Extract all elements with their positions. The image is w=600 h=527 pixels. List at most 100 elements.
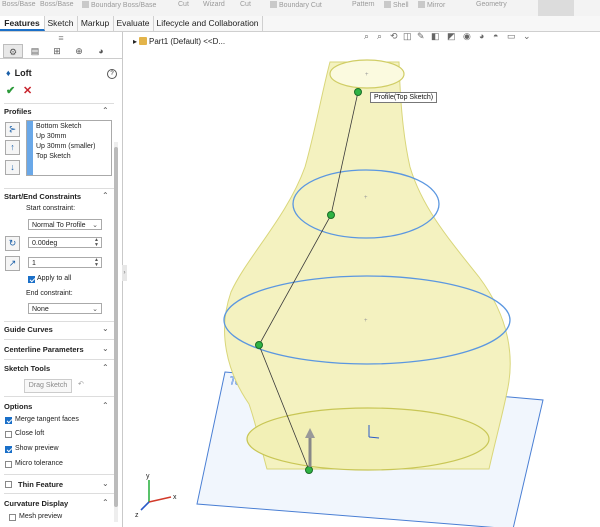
ribbon-item-boundary-boss[interactable]: Boundary Boss/Base: [82, 1, 156, 9]
drag-sketch-button[interactable]: Drag Sketch: [24, 379, 72, 393]
start-constraint-select[interactable]: Normal To Profile ⌄: [28, 219, 102, 230]
list-item[interactable]: Bottom Sketch: [36, 123, 82, 130]
undo-sketch-drag-icon[interactable]: ↶: [78, 380, 84, 388]
cancel-x-icon[interactable]: ✕: [23, 84, 32, 97]
merge-tangent-checkbox[interactable]: [5, 417, 12, 424]
property-manager-tab-icon[interactable]: ▤: [25, 44, 45, 58]
show-preview-checkbox[interactable]: [5, 446, 12, 453]
tab-features[interactable]: Features: [0, 16, 45, 31]
panel-scrollbar-thumb[interactable]: [114, 147, 118, 507]
model-canvas[interactable]: Top Plane + + + y x z: [127, 32, 600, 527]
close-loft-checkbox[interactable]: [5, 431, 12, 438]
centerline-parameters-header[interactable]: Centerline Parameters: [4, 345, 84, 354]
chevron-up-icon[interactable]: ⌃: [102, 363, 109, 372]
start-end-header[interactable]: Start/End Constraints: [4, 192, 81, 201]
bottom-profile[interactable]: [246, 407, 490, 471]
feature-manager-tab-icon[interactable]: ⚙: [3, 44, 23, 58]
list-item[interactable]: Up 30mm: [36, 133, 66, 140]
panel-title: Loft: [14, 68, 32, 78]
manager-tabs: ⚙ ▤ ⊞ ⊕ ◕: [0, 44, 122, 59]
profiles-list[interactable]: Bottom Sketch Up 30mm Up 30mm (smaller) …: [26, 120, 112, 176]
tangent-length-icon[interactable]: ↗: [5, 256, 20, 271]
show-preview-label: Show preview: [15, 445, 59, 452]
micro-tolerance-label: Micro tolerance: [15, 460, 63, 467]
curvature-display-header[interactable]: Curvature Display: [4, 499, 68, 508]
merge-tangent-label: Merge tangent faces: [15, 416, 79, 423]
start-constraint-value: Normal To Profile: [32, 222, 86, 229]
profiles-header[interactable]: Profiles: [4, 107, 32, 116]
axis-label-y: y: [146, 473, 150, 480]
connector-handle-top[interactable]: [354, 88, 362, 96]
chevron-up-icon[interactable]: ⌃: [102, 191, 109, 200]
divider: [4, 188, 114, 189]
spin-arrows-icon[interactable]: ▲ ▼: [94, 238, 99, 248]
mesh-preview-checkbox[interactable]: [9, 514, 16, 521]
apply-to-all-checkbox[interactable]: [28, 276, 35, 283]
tab-evaluate[interactable]: Evaluate: [113, 16, 154, 31]
divider: [4, 103, 114, 104]
divider: [4, 339, 114, 340]
end-constraint-label: End constraint:: [26, 290, 73, 297]
connector-handle-2[interactable]: [327, 211, 335, 219]
ribbon-toolbar: Boss/Base Boss/Base Boundary Boss/Base C…: [0, 0, 600, 17]
chevron-up-icon[interactable]: ⌃: [102, 401, 109, 410]
tab-lifecycle[interactable]: Lifecycle and Collaboration: [153, 16, 263, 31]
dimxpert-tab-icon[interactable]: ⊕: [69, 44, 89, 58]
display-manager-tab-icon[interactable]: ◕: [91, 44, 111, 58]
loft-title: ♦ Loft: [6, 68, 32, 80]
move-down-icon[interactable]: ↓: [5, 160, 20, 175]
ribbon-item-geometry[interactable]: Geometry: [476, 1, 507, 8]
list-item[interactable]: Top Sketch: [36, 153, 71, 160]
panel-grip-icon[interactable]: ≡: [0, 32, 122, 44]
ribbon-item-boss-base-1[interactable]: Boss/Base: [2, 1, 35, 8]
graphics-area[interactable]: ▸ Part1 (Default) <<D... ⌕ ⌕ ⟲ ◫ ✎ ◧ ◩ ◉ …: [127, 32, 600, 527]
move-up-icon[interactable]: ↑: [5, 140, 20, 155]
triad-x-axis: [148, 496, 172, 503]
mesh-preview-label: Mesh preview: [19, 513, 63, 520]
end-constraint-select[interactable]: None ⌄: [28, 303, 102, 314]
end-constraint-value: None: [32, 306, 49, 313]
close-loft-label: Close loft: [15, 430, 45, 437]
ribbon-item-boundary-cut[interactable]: Boundary Cut: [270, 1, 322, 9]
reverse-direction-icon[interactable]: ↻: [5, 236, 20, 251]
chevron-up-icon[interactable]: ⌃: [102, 498, 109, 507]
ok-check-icon[interactable]: ✔: [6, 84, 15, 97]
guide-curves-header[interactable]: Guide Curves: [4, 325, 53, 334]
chevron-up-icon[interactable]: ⌃: [102, 106, 109, 115]
chevron-down-icon: ⌄: [92, 222, 98, 229]
connector-handle-bottom[interactable]: [305, 466, 313, 474]
list-item[interactable]: Up 30mm (smaller): [36, 143, 96, 150]
profile-selection-icon[interactable]: ⊱: [5, 122, 20, 137]
ribbon-item-boss-base-2[interactable]: Boss/Base: [40, 1, 73, 8]
options-header[interactable]: Options: [4, 402, 32, 411]
divider: [4, 359, 114, 360]
profiles-selection-bar: [27, 121, 33, 175]
ribbon-item-mirror[interactable]: Mirror: [418, 1, 445, 9]
ribbon-item-shell[interactable]: Shell: [384, 1, 409, 9]
thin-feature-checkbox[interactable]: [5, 481, 12, 488]
tab-sketch[interactable]: Sketch: [44, 16, 78, 31]
help-icon[interactable]: ?: [107, 69, 117, 79]
ribbon-item-cut-2[interactable]: Cut: [240, 1, 251, 8]
angle-input[interactable]: 0.00deg ▲ ▼: [28, 237, 102, 248]
chevron-down-icon[interactable]: ⌄: [102, 324, 109, 333]
connector-handle-3[interactable]: [255, 341, 263, 349]
ribbon-collapsed-area: [538, 0, 574, 16]
thin-feature-header[interactable]: Thin Feature: [18, 480, 63, 489]
tangent-length-input[interactable]: 1 ▲ ▼: [28, 257, 102, 268]
ribbon-item-cut-1[interactable]: Cut: [178, 1, 189, 8]
divider: [4, 321, 114, 322]
ribbon-item-pattern[interactable]: Pattern: [352, 1, 375, 8]
configuration-manager-tab-icon[interactable]: ⊞: [47, 44, 67, 58]
loft-icon: ♦: [6, 68, 11, 78]
divider: [4, 474, 114, 475]
ribbon-item-wizard[interactable]: Wizard: [203, 1, 225, 8]
spin-arrows-icon[interactable]: ▲ ▼: [94, 258, 99, 268]
command-manager-tabs: Features Sketch Markup Evaluate Lifecycl…: [0, 16, 600, 32]
chevron-down-icon[interactable]: ⌄: [102, 344, 109, 353]
chevron-down-icon[interactable]: ⌄: [102, 479, 109, 488]
sketch-tools-header[interactable]: Sketch Tools: [4, 364, 50, 373]
micro-tolerance-checkbox[interactable]: [5, 461, 12, 468]
tab-markup[interactable]: Markup: [77, 16, 114, 31]
triad-z-axis: [140, 501, 150, 511]
